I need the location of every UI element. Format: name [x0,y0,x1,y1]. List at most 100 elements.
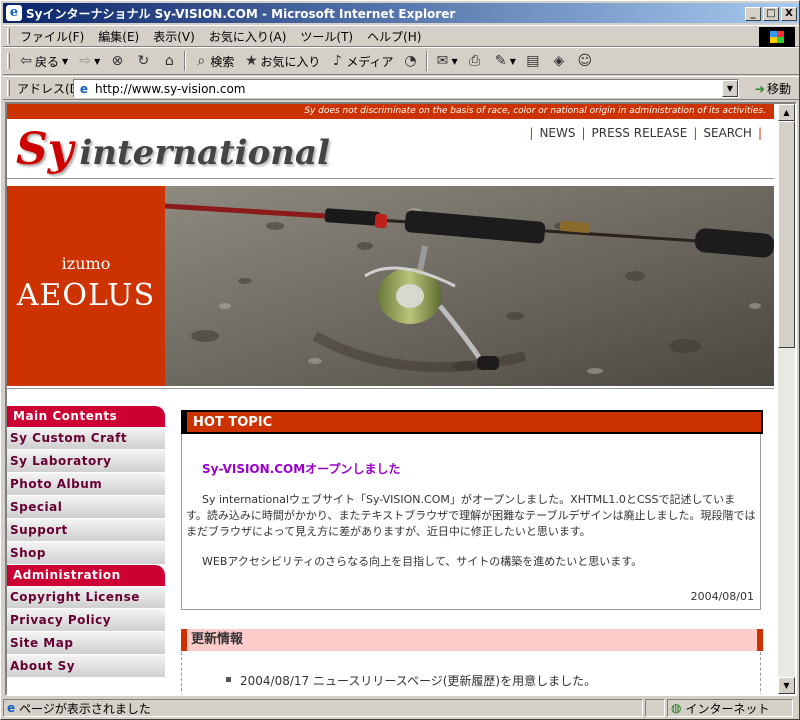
go-button[interactable]: ➜ 移動 [755,80,791,97]
sidebar-item-site-map[interactable]: Site Map [7,632,165,655]
hot-topic-title: Sy-VISION.COMオープンしました [202,462,401,476]
media-button[interactable]: ♪ メディア [324,49,397,73]
search-icon: ⌕ [197,53,206,69]
hero-title-panel: izumo AEOLUS [7,186,165,386]
mail-button[interactable]: ✉ ▼ [430,49,462,73]
history-button[interactable]: ◔ [398,49,424,73]
site-logo[interactable]: Sy international [16,124,330,175]
menu-edit[interactable]: 編集(E) [91,28,146,45]
favorites-button[interactable]: ★ お気に入り [238,49,324,73]
sidebar-item-copyright[interactable]: Copyright License [7,586,165,609]
research-icon: ◈ [553,53,565,69]
print-button[interactable]: ⎙ [462,49,488,73]
scroll-up-button[interactable]: ▲ [778,104,795,121]
status-bar: e ページが表示されました ◍ インターネット [3,698,799,718]
stop-icon: ⊗ [111,53,124,69]
edit-button[interactable]: ✎ ▼ [488,49,520,73]
updates-header: 更新情報 [181,629,763,651]
hot-topic-paragraph-1: Sy internationalウェブサイト「Sy-VISION.COM」がオー… [186,493,756,538]
address-dropdown-button[interactable]: ▼ [722,80,738,97]
refresh-button[interactable]: ↻ [130,49,156,73]
sidebar: Main Contents Sy Custom Craft Sy Laborat… [7,406,165,678]
fishing-reel-photo [165,186,774,386]
hero-subtitle: izumo [61,254,111,273]
mail-icon: ✉ [436,53,449,69]
hero-banner: izumo AEOLUS [7,186,774,386]
hot-topic-date: 2004/08/01 [690,590,754,603]
menu-file[interactable]: ファイル(F) [13,28,91,45]
address-input[interactable]: e http://www.sy-vision.com ▼ [73,79,739,98]
go-arrow-icon: ➜ [754,81,765,96]
home-button[interactable]: ⌂ [156,49,182,73]
nav-search[interactable]: SEARCH [703,126,752,140]
status-text-cell: e ページが表示されました [3,699,643,717]
browser-window: e Syインターナショナル Sy-VISION.COM - Microsoft … [0,0,800,720]
stop-button[interactable]: ⊗ [104,49,130,73]
address-url: http://www.sy-vision.com [95,81,246,96]
page-viewport: Sy does not discriminate on the basis of… [5,102,797,696]
internet-zone-icon: ◍ [671,701,682,715]
ie-logo-icon: e [6,5,22,21]
discuss-button[interactable]: ▤ [520,49,546,73]
web-page: Sy does not discriminate on the basis of… [7,104,780,694]
maximize-button[interactable]: □ [763,7,779,21]
menu-favorites[interactable]: お気に入り(A) [202,28,294,45]
updates-box: 2004/08/17 ニュースリリースページ(更新履歴)を用意しました。 [181,652,761,694]
status-page-icon: e [7,701,16,715]
sidebar-item-privacy[interactable]: Privacy Policy [7,609,165,632]
messenger-button[interactable]: ☺ [572,49,598,73]
hero-title: AEOLUS [16,278,156,313]
hot-topic-paragraph-2: WEBアクセシビリティのさらなる向上を目指して、サイトの構築を進めたいと思います… [202,555,643,568]
research-button[interactable]: ◈ [546,49,572,73]
toolbar-separator [184,51,187,71]
logo-sy: Sy [16,124,74,175]
messenger-icon: ☺ [577,53,593,69]
document-icon: ▤ [526,53,540,69]
windows-flag-icon [759,27,795,47]
header-divider [7,178,774,179]
top-nav: | NEWS | PRESS RELEASE | SEARCH | [529,126,762,140]
print-icon: ⎙ [469,53,481,69]
nav-news[interactable]: NEWS [539,126,575,140]
menu-help[interactable]: ヘルプ(H) [360,28,428,45]
sidebar-item-support[interactable]: Support [7,519,165,542]
hero-divider [7,388,774,389]
vertical-scrollbar[interactable]: ▲ ▼ [778,104,795,694]
sidebar-item-shop[interactable]: Shop [7,542,165,565]
forward-button[interactable]: ⇨ ▼ [72,49,104,73]
history-icon: ◔ [404,53,417,69]
sidebar-item-photo-album[interactable]: Photo Album [7,473,165,496]
sidebar-item-laboratory[interactable]: Sy Laboratory [7,450,165,473]
status-zone: インターネット [685,701,770,716]
back-arrow-icon: ⇦ [20,53,32,69]
window-title: Syインターナショナル Sy-VISION.COM - Microsoft In… [26,6,456,21]
toolbar-separator-2 [425,51,428,71]
sidebar-item-custom-craft[interactable]: Sy Custom Craft [7,427,165,450]
minimize-button[interactable]: _ [745,7,761,21]
refresh-icon: ↻ [137,53,150,69]
status-text: ページが表示されました [19,701,151,716]
nav-press-release[interactable]: PRESS RELEASE [592,126,688,140]
search-button[interactable]: ⌕ 検索 [188,49,238,73]
status-empty-cell [645,699,665,717]
notice-banner: Sy does not discriminate on the basis of… [7,104,774,119]
media-icon: ♪ [332,53,342,69]
status-zone-cell: ◍ インターネット [667,699,793,717]
sidebar-item-about[interactable]: About Sy [7,655,165,678]
back-button[interactable]: ⇦ 戻る ▼ [13,49,72,73]
menu-tools[interactable]: ツール(T) [293,28,360,45]
toolbar-grip [7,53,10,69]
page-icon: e [79,81,89,96]
menu-grip [7,28,10,44]
address-bar: アドレス(D) e http://www.sy-vision.com ▼ ➜ 移動 [3,76,799,100]
menu-view[interactable]: 表示(V) [146,28,202,45]
sidebar-admin-title: Administration [7,565,165,586]
scroll-down-button[interactable]: ▼ [778,677,795,694]
hot-topic-box: Sy-VISION.COMオープンしました Sy internationalウェ… [181,434,761,610]
sidebar-main-title: Main Contents [7,406,165,427]
sidebar-item-special[interactable]: Special [7,496,165,519]
close-button[interactable]: X [781,7,797,21]
home-icon: ⌂ [164,53,174,69]
toolbar: ⇦ 戻る ▼ ⇨ ▼ ⊗ ↻ ⌂ ⌕ 検索 ★ お気に入り ♪ メディア ◔ ✉ ▼ ⎙ ✎ ▼… [3,47,799,75]
scroll-thumb[interactable] [778,121,795,348]
